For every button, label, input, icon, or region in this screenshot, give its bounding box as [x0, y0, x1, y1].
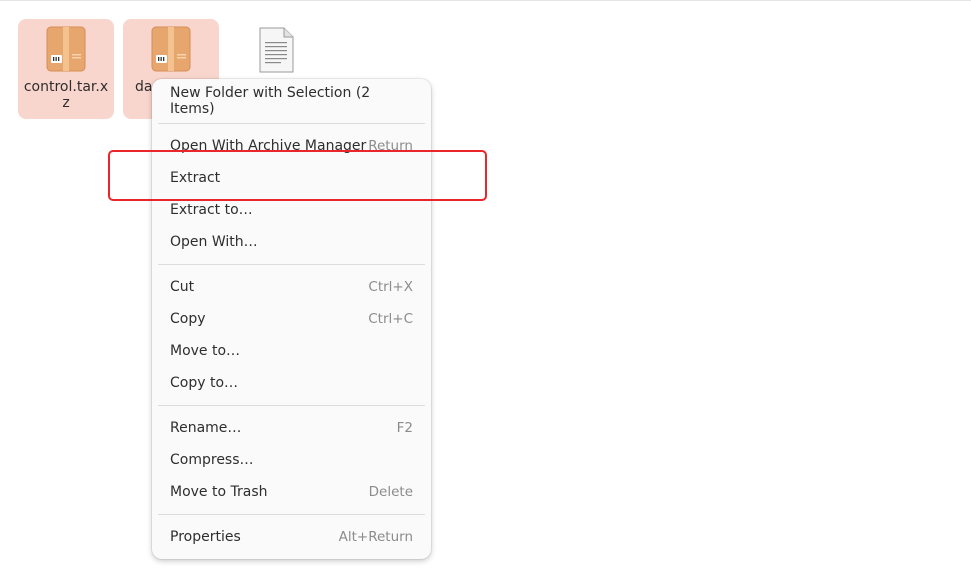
- menu-item-shortcut: Delete: [368, 484, 413, 500]
- file-item-control-tar-xz[interactable]: control.tar.x z: [18, 19, 114, 119]
- menu-item-copy-to[interactable]: Copy to…: [158, 367, 425, 399]
- menu-item-cut[interactable]: Cut Ctrl+X: [158, 271, 425, 303]
- file-manager-view: control.tar.x z da New Folder with Selec…: [0, 0, 971, 578]
- menu-item-label: Copy: [170, 311, 206, 327]
- menu-item-extract[interactable]: Extract: [158, 162, 425, 194]
- menu-item-label: Compress…: [170, 452, 254, 468]
- menu-item-label: Cut: [170, 279, 195, 295]
- file-label: control.tar.x z: [23, 79, 109, 111]
- menu-item-properties[interactable]: Properties Alt+Return: [158, 521, 425, 553]
- archive-box-icon: [151, 26, 191, 72]
- menu-item-rename[interactable]: Rename… F2: [158, 412, 425, 444]
- menu-separator: [158, 264, 425, 265]
- menu-item-open-with[interactable]: Open With…: [158, 226, 425, 258]
- menu-item-label: Move to…: [170, 343, 241, 359]
- menu-item-label: Open With…: [170, 234, 258, 250]
- menu-item-label: New Folder with Selection (2 Items): [170, 85, 371, 117]
- menu-item-extract-to[interactable]: Extract to…: [158, 194, 425, 226]
- menu-item-label: Copy to…: [170, 375, 239, 391]
- menu-item-shortcut: Ctrl+X: [368, 279, 413, 295]
- context-menu: New Folder with Selection (2 Items) Open…: [152, 79, 431, 559]
- menu-item-label: Rename…: [170, 420, 242, 436]
- menu-item-label: Open With Archive Manager: [170, 138, 367, 154]
- menu-item-copy[interactable]: Copy Ctrl+C: [158, 303, 425, 335]
- menu-item-new-folder-with-selection[interactable]: New Folder with Selection (2 Items): [158, 85, 425, 117]
- text-document-icon: [259, 27, 294, 73]
- menu-item-compress[interactable]: Compress…: [158, 444, 425, 476]
- file-grid: control.tar.x z da: [0, 1, 971, 578]
- menu-item-shortcut: F2: [396, 420, 413, 436]
- menu-item-open-with-archive-manager[interactable]: Open With Archive Manager Return: [158, 130, 425, 162]
- menu-item-label: Properties: [170, 529, 241, 545]
- menu-item-move-to[interactable]: Move to…: [158, 335, 425, 367]
- menu-item-label: Extract: [170, 170, 221, 186]
- archive-box-icon: [46, 26, 86, 72]
- menu-item-shortcut: Return: [368, 138, 413, 154]
- menu-item-shortcut: Ctrl+C: [368, 311, 413, 327]
- menu-item-move-to-trash[interactable]: Move to Trash Delete: [158, 476, 425, 508]
- menu-separator: [158, 405, 425, 406]
- menu-separator: [158, 123, 425, 124]
- menu-item-shortcut: Alt+Return: [338, 529, 413, 545]
- menu-item-label: Move to Trash: [170, 484, 268, 500]
- menu-item-label: Extract to…: [170, 202, 253, 218]
- menu-separator: [158, 514, 425, 515]
